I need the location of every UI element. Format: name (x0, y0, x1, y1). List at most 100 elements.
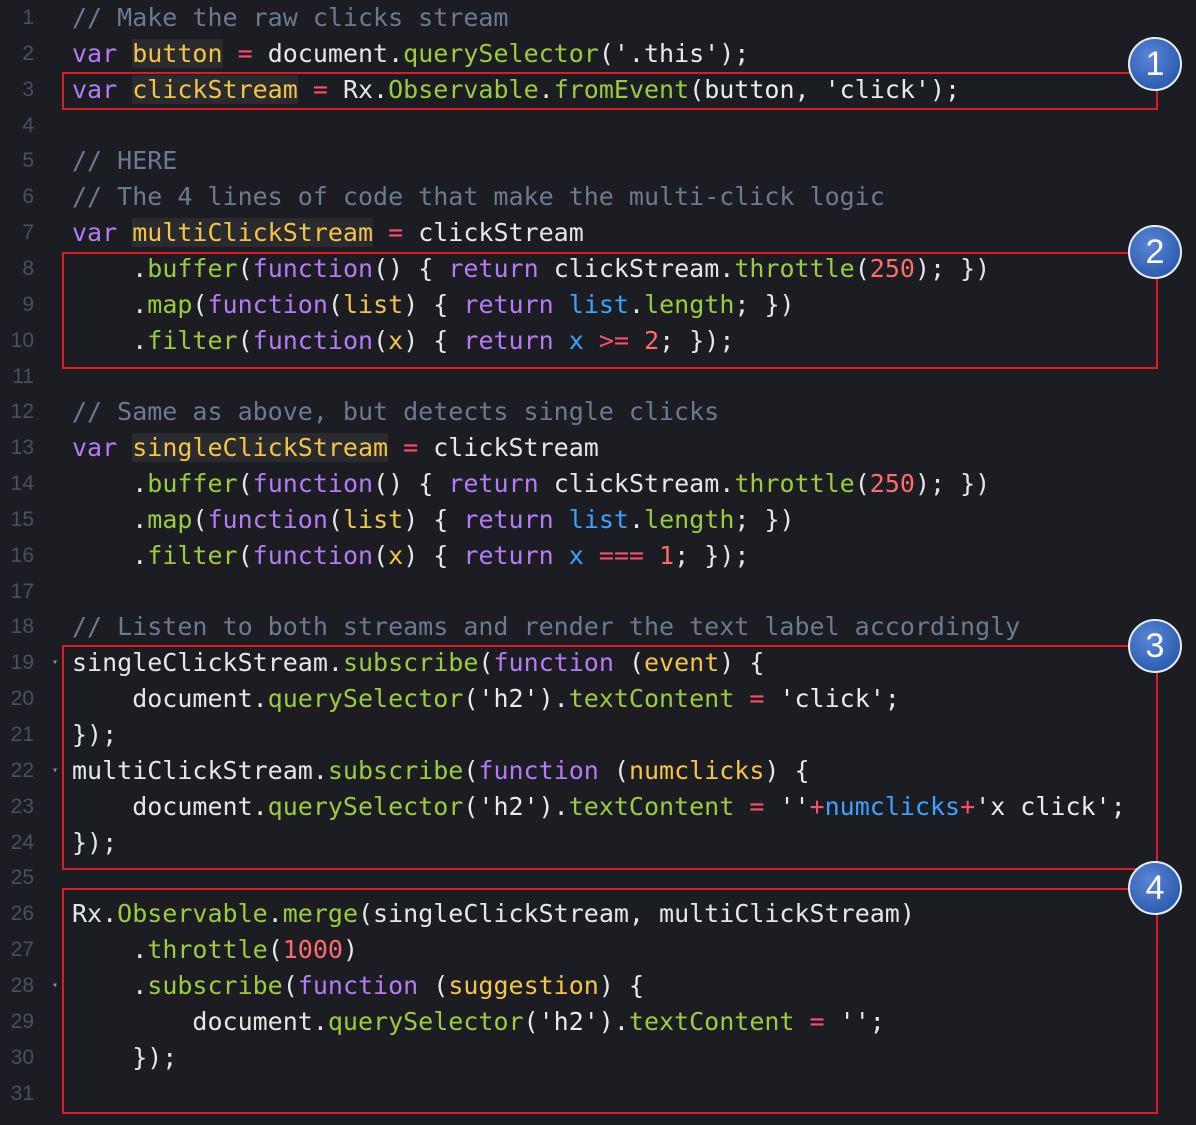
code-token: ( (237, 540, 253, 570)
line-number: 6 (22, 185, 34, 209)
code-token: clickStream (418, 218, 584, 248)
code-token: ( (373, 540, 389, 570)
line-number: 4 (22, 113, 34, 137)
code-token: // Same as above, but detects single cli… (72, 397, 720, 427)
code-token: = (388, 433, 434, 463)
line-number: 10 (10, 328, 34, 352)
code-text[interactable]: // The 4 lines of code that make the mul… (72, 179, 885, 215)
code-token: throttle (734, 469, 855, 499)
code-token: multiClickStream (132, 218, 374, 248)
code-token: ( (237, 469, 253, 499)
code-token: . (72, 504, 148, 534)
line-number: 9 (22, 292, 34, 316)
fold-toggle-icon[interactable]: ▾ (52, 753, 58, 789)
line-number: 31 (10, 1081, 34, 1105)
code-token: querySelector (403, 38, 599, 68)
line-number: 3 (22, 77, 34, 101)
code-text[interactable]: .filter(function(x) { return x === 1; })… (72, 538, 749, 574)
code-token: map (147, 504, 193, 534)
annotation-badge-2: 2 (1128, 225, 1182, 279)
code-token: () { (373, 469, 449, 499)
code-line[interactable]: 2 var button = document.querySelector('.t… (0, 36, 1196, 72)
code-token: ) { (403, 540, 464, 570)
code-token: list (342, 504, 404, 534)
code-token: ( (854, 469, 870, 499)
code-text[interactable]: .map(function(list) { return list.length… (72, 502, 795, 538)
code-text[interactable]: // Make the raw clicks stream (72, 0, 509, 36)
code-text[interactable]: var singleClickStream = clickStream (72, 430, 599, 466)
code-token: x (568, 540, 584, 570)
line-number: 25 (10, 866, 34, 890)
line-number: 15 (10, 507, 34, 531)
line-number: 11 (12, 364, 34, 388)
code-token: // The 4 lines of code that make the mul… (72, 182, 885, 212)
code-text[interactable]: // Listen to both streams and render the… (72, 609, 1020, 645)
code-line[interactable]: 17 (0, 574, 1196, 610)
code-line[interactable]: 13 var singleClickStream = clickStream (0, 430, 1196, 466)
code-token: clickStream (433, 433, 599, 463)
fold-toggle-icon[interactable]: ▾ (52, 968, 58, 1004)
code-line[interactable]: 1 // Make the raw clicks stream (0, 0, 1196, 36)
code-token: . (72, 469, 148, 499)
code-token: // Make the raw clicks stream (72, 3, 509, 32)
code-token: buffer (147, 469, 238, 499)
line-number: 19 (10, 651, 34, 675)
line-number: 5 (22, 149, 34, 173)
code-token: var (72, 433, 118, 463)
code-line[interactable]: 6 // The 4 lines of code that make the mu… (0, 179, 1196, 215)
code-text[interactable]: .buffer(function() { return clickStream.… (72, 466, 990, 502)
code-line[interactable]: 12 // Same as above, but detects single c… (0, 394, 1196, 430)
code-line[interactable]: 18 // Listen to both streams and render t… (0, 609, 1196, 645)
annotation-box-3 (62, 645, 1158, 870)
code-token: x (388, 540, 404, 570)
code-token: ; }) (734, 504, 795, 534)
code-line[interactable]: 14 .buffer(function() { return clickStre… (0, 466, 1196, 502)
annotation-box-2 (62, 252, 1158, 369)
code-line[interactable]: 16 .filter(function(x) { return x === 1;… (0, 538, 1196, 574)
code-line[interactable]: 15 .map(function(list) { return list.len… (0, 502, 1196, 538)
code-text[interactable]: var multiClickStream = clickStream (72, 215, 584, 251)
fold-toggle-icon[interactable]: ▾ (52, 645, 58, 681)
code-token: // Listen to both streams and render the… (72, 612, 1021, 642)
code-token: function (252, 469, 374, 499)
line-number: 30 (10, 1045, 34, 1069)
line-number: 8 (22, 256, 34, 280)
code-text[interactable]: // HERE (72, 143, 177, 179)
code-token: === (583, 540, 660, 570)
code-token: ( (327, 504, 343, 534)
line-number: 26 (10, 902, 34, 926)
code-token: clickStream. (538, 469, 735, 499)
line-number: 1 (22, 6, 34, 29)
code-text[interactable]: var button = document.querySelector('.th… (72, 36, 749, 72)
code-line[interactable]: 7 var multiClickStream = clickStream (0, 215, 1196, 251)
line-number: 17 (10, 579, 34, 603)
code-token: ('.this'); (598, 38, 750, 68)
code-token: 250 (869, 469, 915, 499)
line-number: 29 (10, 1009, 34, 1033)
code-line[interactable]: 5 // HERE (0, 143, 1196, 179)
annotation-badge-4: 4 (1128, 861, 1182, 915)
code-token: return (463, 540, 554, 570)
code-token: singleClickStream (132, 433, 389, 463)
line-number: 16 (10, 543, 34, 567)
code-line[interactable]: 4 (0, 108, 1196, 144)
line-number: 24 (10, 830, 34, 854)
code-token: // HERE (72, 146, 178, 176)
code-token: ); }) (914, 469, 991, 499)
line-number: 12 (10, 400, 34, 424)
code-token: button (132, 38, 223, 68)
code-text[interactable]: // Same as above, but detects single cli… (72, 394, 719, 430)
line-number: 23 (10, 794, 34, 818)
code-token: = (373, 218, 419, 248)
code-token: 1 (659, 540, 675, 570)
code-token: . (629, 504, 645, 534)
code-token: var (72, 38, 118, 68)
code-token: . (72, 540, 148, 570)
code-token: var (72, 218, 118, 248)
code-token: = (222, 38, 268, 68)
